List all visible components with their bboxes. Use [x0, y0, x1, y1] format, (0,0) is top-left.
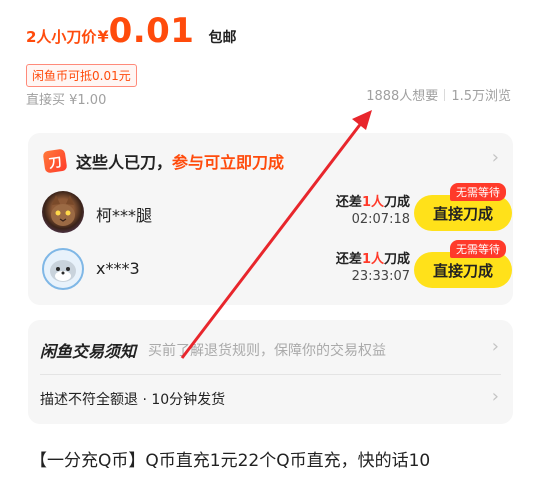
remain-count: 还差1人刀成	[310, 248, 410, 267]
cat-avatar-icon	[51, 195, 75, 226]
rules-description: 买前了解退货规则，保障你的交易权益	[148, 343, 387, 359]
cut-price-card[interactable]: 刀 这些人已刀， 参与可立即刀成 › 柯***腿 还差1人刀成 02:07:18…	[28, 133, 513, 305]
seal-avatar-icon	[50, 260, 76, 282]
cutter-row: x***3 还差1人刀成 23:33:07 直接刀成 无需等待	[42, 240, 512, 292]
divider	[40, 374, 501, 375]
remain-number: 1人	[361, 252, 384, 267]
chevron-right-icon[interactable]: ›	[492, 386, 499, 407]
price-value: 0.01	[108, 11, 195, 51]
item-stats: 1888人想要 1.5万浏览	[366, 85, 511, 104]
price-row: 2人小刀价 ¥ 0.01 包邮	[26, 14, 236, 48]
stats-divider	[444, 88, 446, 101]
price-currency: ¥	[97, 27, 109, 46]
trade-rules-card[interactable]: 闲鱼交易须知 买前了解退货规则，保障你的交易权益 › 描述不符全额退 · 10分…	[28, 320, 513, 424]
remain-count: 还差1人刀成	[310, 191, 410, 210]
cut-card-title: 这些人已刀，	[76, 153, 173, 172]
rules-header[interactable]: 闲鱼交易须知 买前了解退货规则，保障你的交易权益	[40, 338, 386, 362]
wants-count: 1888人想要	[366, 89, 439, 104]
knife-icon: 刀	[42, 148, 68, 174]
no-wait-badge: 无需等待	[450, 240, 506, 258]
shipping-label: 包邮	[208, 30, 237, 46]
cutter-name: x***3	[96, 259, 140, 278]
remain-prefix: 还差	[335, 195, 362, 210]
countdown-timer: 02:07:18	[351, 212, 410, 227]
cutter-row: 柯***腿 还差1人刀成 02:07:18 直接刀成 无需等待	[42, 183, 512, 235]
buy-direct-price: 直接买 ¥1.00	[26, 93, 107, 108]
cut-card-header[interactable]: 刀 这些人已刀， 参与可立即刀成	[42, 148, 285, 174]
views-count: 1.5万浏览	[451, 89, 511, 104]
cutter-name: 柯***腿	[96, 206, 153, 225]
remain-suffix: 刀成	[383, 195, 410, 210]
remain-suffix: 刀成	[383, 252, 410, 267]
chevron-right-icon[interactable]: ›	[492, 336, 499, 357]
rules-title: 闲鱼交易须知	[40, 342, 137, 361]
guarantee-text[interactable]: 描述不符全额退 · 10分钟发货	[40, 389, 225, 409]
remain-number: 1人	[361, 195, 384, 210]
avatar[interactable]	[42, 191, 84, 233]
coin-discount-tag: 闲鱼币可抵0.01元	[26, 64, 137, 87]
avatar[interactable]	[42, 248, 84, 290]
item-description: 【一分充Q币】Q币直充1元22个Q币直充，快的话10	[30, 451, 431, 471]
countdown-timer: 23:33:07	[351, 269, 410, 284]
price-prefix: 2人小刀价	[26, 28, 97, 46]
no-wait-badge: 无需等待	[450, 183, 506, 201]
remain-prefix: 还差	[335, 252, 362, 267]
cut-card-title-accent: 参与可立即刀成	[172, 153, 285, 172]
chevron-right-icon[interactable]: ›	[492, 147, 499, 168]
